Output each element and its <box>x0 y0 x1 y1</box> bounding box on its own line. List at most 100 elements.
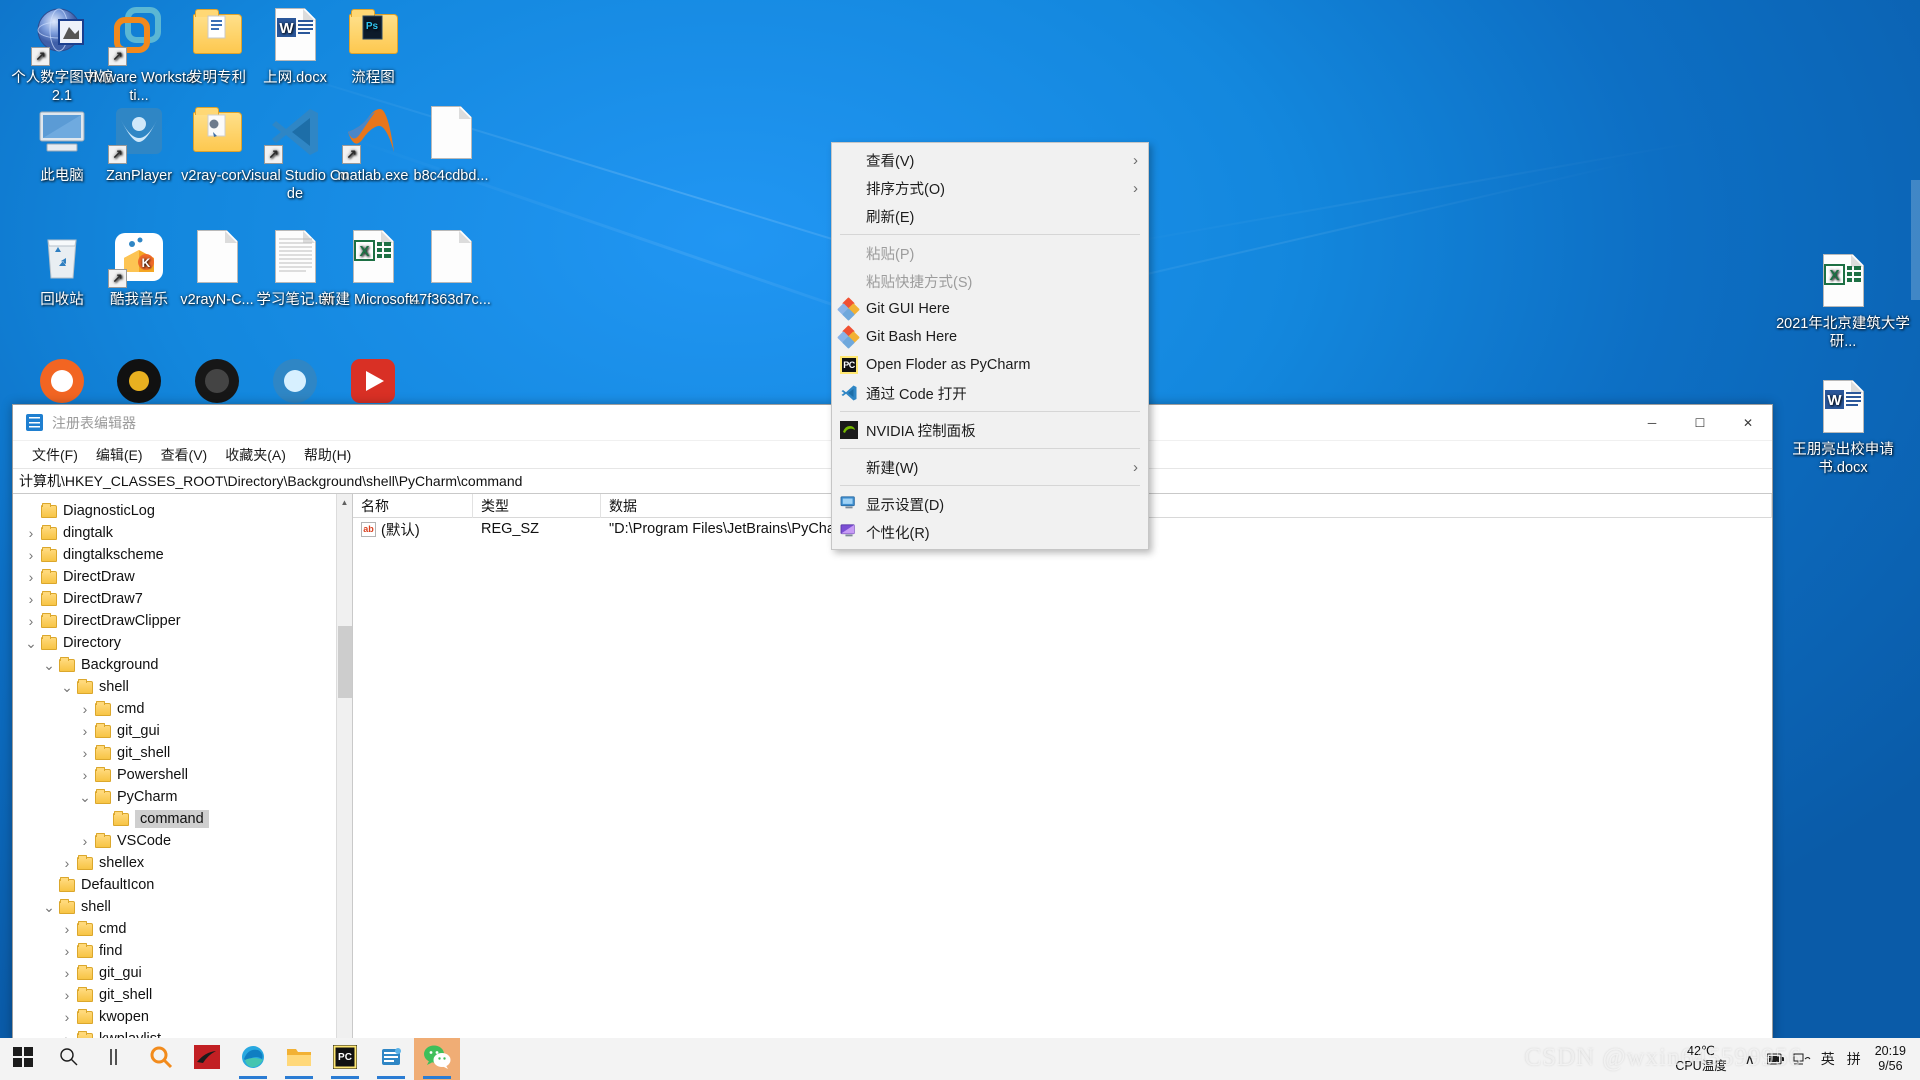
chevron-right-icon[interactable]: › <box>21 547 41 563</box>
context-menu-item[interactable]: Git GUI Here <box>832 295 1148 323</box>
tree-node[interactable]: › VSCode <box>13 830 352 852</box>
desktop-icon-47f363d7-file[interactable]: 47f363d7c... <box>395 228 507 309</box>
tree-node[interactable]: › git_gui <box>13 962 352 984</box>
wechat-app[interactable] <box>414 1038 460 1080</box>
ime-language-indicator[interactable]: 英 <box>1815 1038 1841 1080</box>
menu-favorites[interactable]: 收藏夹(A) <box>216 442 295 468</box>
value-data-cell: "D:\Program Files\JetBrains\PyCharm 2020… <box>609 521 1081 537</box>
chevron-right-icon[interactable]: › <box>21 569 41 585</box>
clock-time: 20:19 <box>1874 1044 1906 1058</box>
chevron-down-icon[interactable]: ⌄ <box>75 789 95 806</box>
pycharm-app[interactable]: PC <box>322 1038 368 1080</box>
tree-node[interactable]: DefaultIcon <box>13 874 352 896</box>
menu-item-no-icon <box>832 271 866 291</box>
chevron-right-icon[interactable]: › <box>57 921 77 937</box>
scrollbar-thumb[interactable] <box>338 626 352 698</box>
tree-node[interactable]: › DirectDrawClipper <box>13 610 352 632</box>
tree-node[interactable]: › dingtalkscheme <box>13 544 352 566</box>
menu-view[interactable]: 查看(V) <box>152 442 217 468</box>
chevron-right-icon[interactable]: › <box>57 987 77 1003</box>
app-icon <box>188 352 246 410</box>
context-menu-item[interactable]: 个性化(R) <box>832 518 1148 546</box>
close-button[interactable]: ✕ <box>1724 405 1772 441</box>
desktop-icon-b8c4cdbd-file[interactable]: b8c4cdbd... <box>395 104 507 185</box>
chevron-right-icon[interactable]: › <box>75 833 95 849</box>
tree-node[interactable]: › DirectDraw7 <box>13 588 352 610</box>
context-menu-item[interactable]: 新建(W) › <box>832 453 1148 481</box>
task-view-button[interactable] <box>92 1038 138 1080</box>
maximize-button[interactable]: ☐ <box>1676 405 1724 441</box>
context-menu-item[interactable]: 排序方式(O) › <box>832 174 1148 202</box>
tree-node[interactable]: › cmd <box>13 918 352 940</box>
everything-app[interactable] <box>138 1038 184 1080</box>
tree-node[interactable]: ⌄ shell <box>13 676 352 698</box>
chevron-right-icon[interactable]: › <box>75 767 95 783</box>
chevron-right-icon[interactable]: › <box>21 591 41 607</box>
tree-node[interactable]: › find <box>13 940 352 962</box>
column-header-data[interactable]: 数据 <box>601 493 1772 518</box>
file-explorer[interactable] <box>276 1038 322 1080</box>
cpu-temperature-widget[interactable]: 42℃ CPU温度 <box>1675 1044 1726 1074</box>
chevron-right-icon[interactable]: › <box>75 701 95 717</box>
tree-node[interactable]: DiagnosticLog <box>13 500 352 522</box>
show-hidden-icons-button[interactable]: ∧ <box>1737 1038 1763 1080</box>
tree-node[interactable]: › git_shell <box>13 984 352 1006</box>
chevron-right-icon[interactable]: › <box>57 943 77 959</box>
chevron-right-icon[interactable]: › <box>75 723 95 739</box>
context-menu-item[interactable]: 显示设置(D) <box>832 490 1148 518</box>
chevron-right-icon[interactable]: › <box>21 613 41 629</box>
menu-file[interactable]: 文件(F) <box>23 442 87 468</box>
tree-node[interactable]: › cmd <box>13 698 352 720</box>
tree-node[interactable]: › DirectDraw <box>13 566 352 588</box>
column-header-name[interactable]: 名称 <box>353 493 473 518</box>
minimize-button[interactable]: ─ <box>1628 405 1676 441</box>
column-header-type[interactable]: 类型 <box>473 493 601 518</box>
context-menu-item[interactable]: NVIDIA 控制面板 <box>832 416 1148 444</box>
chevron-right-icon[interactable]: › <box>75 745 95 761</box>
search-button[interactable] <box>46 1038 92 1080</box>
chevron-down-icon[interactable]: ⌄ <box>21 635 41 652</box>
clock[interactable]: 20:19 9/56 <box>1867 1044 1914 1074</box>
battery-icon[interactable] <box>1763 1038 1789 1080</box>
context-menu-item[interactable]: PC Open Floder as PyCharm <box>832 351 1148 379</box>
desktop-icon-wangpengliang-docx[interactable]: W 王朋亮出校申请书.docx <box>1776 378 1910 477</box>
tree-node[interactable]: ⌄ Background <box>13 654 352 676</box>
desktop-scrollbar[interactable] <box>1911 180 1920 300</box>
start-button[interactable] <box>0 1038 46 1080</box>
tree-node[interactable]: › git_shell <box>13 742 352 764</box>
chevron-right-icon[interactable]: › <box>21 525 41 541</box>
scroll-up-arrow[interactable]: ▲ <box>337 494 352 510</box>
context-menu-item[interactable]: 刷新(E) <box>832 202 1148 230</box>
tree-node[interactable]: › Powershell <box>13 764 352 786</box>
tree-node[interactable]: › kwopen <box>13 1006 352 1028</box>
context-menu-item[interactable]: Git Bash Here <box>832 323 1148 351</box>
desktop-icon-2021-beijing-xlsx[interactable]: X 2021年北京建筑大学研... <box>1776 252 1910 351</box>
tree-node[interactable]: command <box>13 808 352 830</box>
ime-mode-indicator[interactable]: 拼 <box>1841 1038 1867 1080</box>
desktop-icon-flowchart-folder[interactable]: Ps 流程图 <box>317 6 429 87</box>
chevron-down-icon[interactable]: ⌄ <box>39 899 59 916</box>
tree-node[interactable]: › shellex <box>13 852 352 874</box>
menu-item-no-icon <box>832 150 866 170</box>
chevron-right-icon[interactable]: › <box>57 965 77 981</box>
edge-browser[interactable] <box>230 1038 276 1080</box>
tree-node[interactable]: ⌄ PyCharm <box>13 786 352 808</box>
network-icon[interactable] <box>1789 1038 1815 1080</box>
tree-node[interactable]: › git_gui <box>13 720 352 742</box>
menu-edit[interactable]: 编辑(E) <box>87 442 152 468</box>
unknown-red-app[interactable] <box>184 1038 230 1080</box>
context-menu-item[interactable]: 通过 Code 打开 <box>832 379 1148 407</box>
chevron-right-icon[interactable]: › <box>57 855 77 871</box>
menu-help[interactable]: 帮助(H) <box>295 442 360 468</box>
context-menu-item[interactable]: 查看(V) › <box>832 146 1148 174</box>
chevron-right-icon[interactable]: › <box>57 1009 77 1025</box>
running-indicator <box>285 1076 313 1079</box>
tree-scrollbar[interactable]: ▲ <box>336 494 352 1040</box>
tree-node[interactable]: › dingtalk <box>13 522 352 544</box>
chevron-down-icon[interactable]: ⌄ <box>39 657 59 674</box>
window-title: 注册表编辑器 <box>52 414 136 431</box>
tree-node[interactable]: ⌄ Directory <box>13 632 352 654</box>
regedit-app[interactable] <box>368 1038 414 1080</box>
chevron-down-icon[interactable]: ⌄ <box>57 679 77 696</box>
tree-node[interactable]: ⌄ shell <box>13 896 352 918</box>
